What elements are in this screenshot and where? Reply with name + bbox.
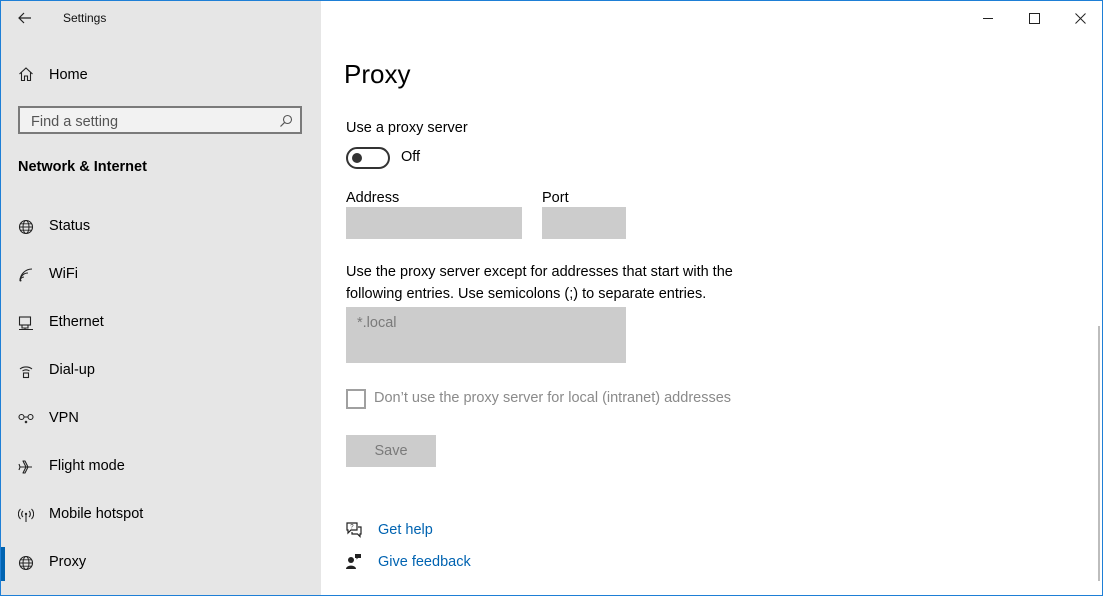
- sidebar-item-label: Flight mode: [49, 458, 125, 474]
- scrollbar[interactable]: [1098, 326, 1100, 581]
- exceptions-input[interactable]: *.local: [346, 307, 626, 363]
- globe-icon: [18, 555, 34, 571]
- home-nav-item[interactable]: Home: [1, 59, 321, 91]
- help-chat-icon: ?: [346, 522, 362, 538]
- ethernet-icon: [18, 316, 33, 331]
- sidebar-item-label: Ethernet: [49, 314, 104, 330]
- use-proxy-label: Use a proxy server: [346, 120, 468, 136]
- sidebar-item-wifi[interactable]: WiFi: [1, 259, 321, 307]
- sidebar-item-label: Status: [49, 218, 91, 234]
- sidebar-item-mobile-hotspot[interactable]: Mobile hotspot: [1, 499, 321, 547]
- page-title: Proxy: [344, 59, 411, 89]
- app-title: Settings: [63, 11, 107, 25]
- sidebar-item-label: Proxy: [49, 554, 87, 570]
- dialup-icon: [19, 366, 33, 379]
- local-addresses-checkbox[interactable]: [346, 389, 366, 409]
- back-arrow-icon: [18, 12, 31, 24]
- sidebar-item-proxy[interactable]: Proxy: [1, 547, 321, 595]
- sidebar-item-status[interactable]: Status: [1, 211, 321, 259]
- globe-status-icon: [18, 219, 34, 235]
- sidebar-item-dial-up[interactable]: Dial-up: [1, 355, 321, 403]
- proxy-toggle[interactable]: [346, 147, 390, 169]
- settings-window: Settings Home Network & Internet: [0, 0, 1103, 596]
- wifi-icon: [19, 268, 33, 282]
- sidebar-item-label: Mobile hotspot: [49, 506, 144, 522]
- home-icon: [19, 67, 33, 82]
- selection-indicator: [1, 547, 5, 581]
- give-feedback-link[interactable]: Give feedback: [378, 554, 471, 570]
- home-label: Home: [49, 67, 88, 83]
- search-icon[interactable]: [279, 114, 293, 128]
- feedback-icon: [346, 554, 361, 569]
- exceptions-description: Use the proxy server except for addresse…: [346, 264, 733, 302]
- get-help-link[interactable]: Get help: [378, 522, 433, 538]
- sidebar-item-flight-mode[interactable]: Flight mode: [1, 451, 321, 499]
- address-input[interactable]: [346, 207, 522, 239]
- sidebar-nav: Status WiFi Ethernet Dial-up VPN Flight …: [1, 211, 321, 595]
- sidebar: Settings Home Network & Internet: [1, 1, 321, 595]
- toggle-state-label: Off: [401, 149, 421, 165]
- give-feedback-link-row[interactable]: Give feedback: [345, 551, 545, 575]
- title-bar: Settings: [1, 1, 321, 35]
- sidebar-item-ethernet[interactable]: Ethernet: [1, 307, 321, 355]
- back-button[interactable]: [11, 5, 39, 31]
- search-input[interactable]: [29, 112, 273, 132]
- port-label: Port: [542, 190, 569, 206]
- sidebar-item-vpn[interactable]: VPN: [1, 403, 321, 451]
- airplane-icon: [18, 460, 32, 474]
- section-title: Network & Internet: [18, 159, 147, 175]
- search-box[interactable]: [18, 106, 302, 134]
- main-content: Proxy Use a proxy server Off Address Por…: [321, 1, 1102, 595]
- local-addresses-label: Don’t use the proxy server for local (in…: [374, 390, 732, 406]
- toggle-knob: [352, 153, 362, 163]
- vpn-icon: [18, 413, 34, 424]
- sidebar-item-label: VPN: [49, 410, 79, 426]
- save-button[interactable]: Save: [346, 435, 436, 467]
- sidebar-item-label: WiFi: [49, 266, 78, 282]
- sidebar-item-label: Dial-up: [49, 362, 95, 378]
- port-input[interactable]: [542, 207, 626, 239]
- get-help-link-row[interactable]: ? Get help: [345, 519, 545, 543]
- hotspot-icon: [18, 508, 34, 522]
- address-label: Address: [346, 190, 400, 206]
